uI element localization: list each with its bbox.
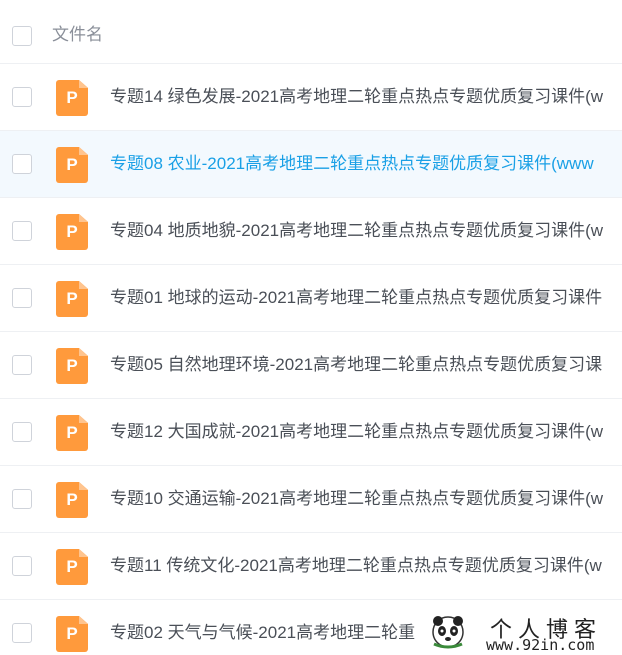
row-checkbox[interactable] [12, 221, 32, 241]
watermark-url: www.92in.com [486, 636, 595, 654]
row-checkbox[interactable] [12, 623, 32, 643]
file-name[interactable]: 专题14 绿色发展-2021高考地理二轮重点热点专题优质复习课件(w [110, 86, 603, 108]
file-list: 文件名 P 专题14 绿色发展-2021高考地理二轮重点热点专题优质复习课件(w… [0, 0, 622, 655]
row-checkbox[interactable] [12, 556, 32, 576]
file-row[interactable]: P 专题01 地球的运动-2021高考地理二轮重点热点专题优质复习课件 [0, 265, 622, 332]
file-row-hovered[interactable]: P 专题08 农业-2021高考地理二轮重点热点专题优质复习课件(www [0, 131, 622, 198]
row-checkbox[interactable] [12, 87, 32, 107]
file-name[interactable]: 专题04 地质地貌-2021高考地理二轮重点热点专题优质复习课件(w [110, 220, 603, 242]
file-row[interactable]: P 专题04 地质地貌-2021高考地理二轮重点热点专题优质复习课件(w [0, 198, 622, 265]
file-row[interactable]: P 专题12 大国成就-2021高考地理二轮重点热点专题优质复习课件(w [0, 399, 622, 466]
file-name[interactable]: 专题12 大国成就-2021高考地理二轮重点热点专题优质复习课件(w [110, 421, 603, 443]
file-name-link[interactable]: 专题08 农业-2021高考地理二轮重点热点专题优质复习课件(www [110, 153, 594, 175]
file-name[interactable]: 专题01 地球的运动-2021高考地理二轮重点热点专题优质复习课件 [110, 287, 602, 309]
column-header-filename[interactable]: 文件名 [52, 24, 103, 46]
file-name[interactable]: 专题11 传统文化-2021高考地理二轮重点热点专题优质复习课件(w [110, 555, 602, 577]
row-checkbox[interactable] [12, 489, 32, 509]
file-row[interactable]: P 专题14 绿色发展-2021高考地理二轮重点热点专题优质复习课件(w [0, 64, 622, 131]
file-name[interactable]: 专题05 自然地理环境-2021高考地理二轮重点热点专题优质复习课 [110, 354, 602, 376]
row-checkbox[interactable] [12, 288, 32, 308]
row-checkbox[interactable] [12, 422, 32, 442]
file-row[interactable]: P 专题10 交通运输-2021高考地理二轮重点热点专题优质复习课件(w [0, 466, 622, 533]
file-name[interactable]: 专题10 交通运输-2021高考地理二轮重点热点专题优质复习课件(w [110, 488, 603, 510]
blog-watermark: 个人博客 www.92in.com [430, 612, 622, 655]
row-checkbox[interactable] [12, 154, 32, 174]
row-checkbox[interactable] [12, 355, 32, 375]
file-row[interactable]: P 专题11 传统文化-2021高考地理二轮重点热点专题优质复习课件(w [0, 533, 622, 600]
select-all-checkbox[interactable] [12, 26, 32, 46]
file-name[interactable]: 专题02 天气与气候-2021高考地理二轮重 [110, 622, 415, 644]
file-list-header: 文件名 [0, 0, 622, 64]
file-row[interactable]: P 专题05 自然地理环境-2021高考地理二轮重点热点专题优质复习课 [0, 332, 622, 399]
panda-avatar-icon [432, 616, 464, 649]
